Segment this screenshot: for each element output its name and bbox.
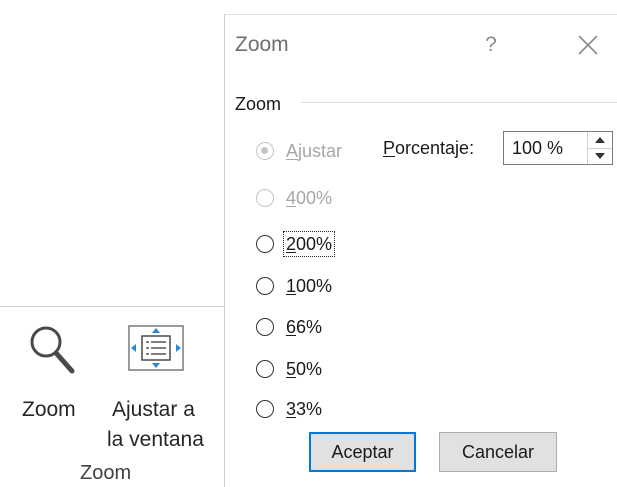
radio-400[interactable] (256, 189, 274, 207)
spin-down-button[interactable] (588, 148, 612, 164)
percentage-label: Porcentaje: (383, 134, 474, 162)
label-rest: orcentaje: (395, 138, 475, 158)
label-rest: 6% (296, 317, 323, 337)
screen: Zoom Ajustar a la ventana Zoom Zoom ? Zo… (0, 0, 617, 487)
option-400[interactable]: 400% (256, 184, 334, 212)
label-rest: 00% (296, 276, 333, 296)
option-100-label: 100% (284, 274, 334, 298)
magnifier-icon[interactable] (28, 322, 78, 380)
spinner (587, 132, 612, 164)
percentage-spinbox[interactable]: 100 % (503, 131, 613, 165)
accesskey: 2 (286, 234, 297, 254)
ribbon-divider (0, 306, 228, 307)
dialog-titlebar[interactable]: Zoom ? (225, 15, 617, 79)
accesskey: 4 (286, 188, 297, 208)
option-ajustar-label: Ajustar (284, 139, 344, 163)
zoom-dialog: Zoom ? Zoom Ajustar 400% 200% 100% 66% 5… (224, 14, 617, 487)
label-rest: 00% (296, 188, 333, 208)
accesskey: 1 (286, 276, 297, 296)
help-button[interactable]: ? (471, 27, 511, 63)
close-button[interactable] (565, 27, 609, 63)
radio-66[interactable] (256, 318, 274, 336)
ribbon-group-label: Zoom (80, 462, 132, 484)
label-rest: justar (298, 141, 343, 161)
accesskey: A (286, 141, 299, 161)
cancel-button[interactable]: Cancelar (439, 432, 557, 472)
option-ajustar[interactable]: Ajustar (256, 137, 344, 165)
dialog-title: Zoom (235, 33, 289, 56)
radio-33[interactable] (256, 400, 274, 418)
radio-200[interactable] (256, 235, 274, 253)
option-66-label: 66% (284, 315, 324, 339)
ribbon-fit-label-line2[interactable]: la ventana (107, 427, 204, 453)
zoom-group-title: Zoom (235, 94, 282, 114)
option-100[interactable]: 100% (256, 272, 334, 300)
ribbon-fit-label-line1[interactable]: Ajustar a (112, 397, 195, 423)
accesskey: P (383, 138, 396, 158)
group-divider (301, 102, 617, 103)
option-33[interactable]: 33% (256, 395, 324, 423)
radio-100[interactable] (256, 277, 274, 295)
option-50-label: 50% (284, 357, 324, 381)
accesskey: 3 (286, 399, 297, 419)
chevron-up-icon (595, 137, 605, 143)
option-33-label: 33% (284, 397, 324, 421)
accesskey: 6 (286, 317, 297, 337)
spin-up-button[interactable] (588, 132, 612, 149)
close-icon (578, 35, 598, 55)
option-200[interactable]: 200% (256, 230, 336, 258)
option-66[interactable]: 66% (256, 313, 324, 341)
radio-50[interactable] (256, 360, 274, 378)
label-rest: 0% (296, 359, 323, 379)
accesskey: 5 (286, 359, 297, 379)
ribbon-zoom-label[interactable]: Zoom (22, 397, 76, 423)
option-400-label: 400% (284, 186, 334, 210)
radio-ajustar[interactable] (256, 142, 274, 160)
option-200-label: 200% (282, 231, 336, 257)
ok-button[interactable]: Aceptar (309, 432, 416, 472)
chevron-down-icon (595, 153, 605, 159)
percentage-value[interactable]: 100 % (512, 136, 563, 160)
option-50[interactable]: 50% (256, 355, 324, 383)
label-rest: 00% (296, 234, 333, 254)
fit-to-window-icon[interactable] (123, 322, 189, 374)
label-rest: 3% (296, 399, 323, 419)
